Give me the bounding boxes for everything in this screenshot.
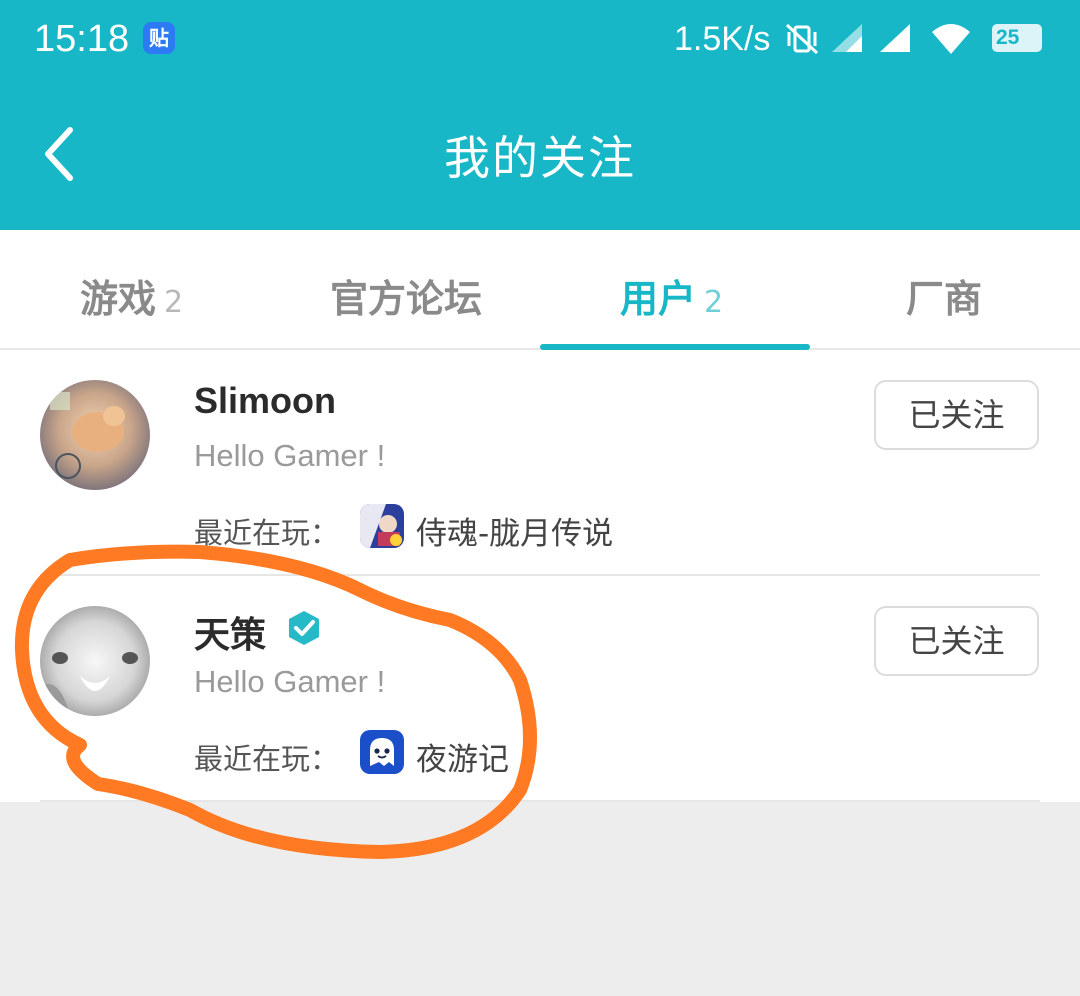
verified-badge-icon xyxy=(289,611,319,645)
user-bio: Hello Gamer ! xyxy=(194,664,386,699)
user-list: Slimoon Hello Gamer ! 最近在玩： 侍魂-胧月传说 已关注 xyxy=(0,350,1080,802)
tab-count: 2 xyxy=(164,285,184,320)
tab-bar: 游戏 2 官方论坛 用户 2 厂商 xyxy=(0,230,1080,350)
tab-vendors[interactable]: 厂商 xyxy=(906,268,982,323)
username[interactable]: 天策 xyxy=(194,606,266,658)
tab-games[interactable]: 游戏 2 xyxy=(80,268,183,323)
row-divider xyxy=(40,800,1040,802)
vibrate-icon xyxy=(785,23,819,55)
page-title: 我的关注 xyxy=(444,131,636,185)
list-item[interactable]: 天策 Hello Gamer ! 最近在玩： 夜游记 已关注 xyxy=(0,576,1080,802)
list-item[interactable]: Slimoon Hello Gamer ! 最近在玩： 侍魂-胧月传说 已关注 xyxy=(0,350,1080,576)
top-bar: 15:18 贴 1.5K/s 25 我的关注 xyxy=(0,0,1080,230)
battery-icon: 25 xyxy=(992,24,1042,52)
username[interactable]: Slimoon xyxy=(194,380,336,422)
network-speed: 1.5K/s xyxy=(674,20,771,58)
user-bio: Hello Gamer ! xyxy=(194,438,386,473)
game-icon[interactable] xyxy=(360,730,404,774)
status-time: 15:18 xyxy=(34,18,130,60)
signal-icon xyxy=(880,24,910,52)
tab-label: 游戏 xyxy=(80,277,157,321)
followed-button[interactable]: 已关注 xyxy=(874,380,1039,450)
tab-label: 用户 xyxy=(620,277,697,321)
status-bar: 15:18 贴 1.5K/s 25 xyxy=(0,0,1080,80)
followed-button[interactable]: 已关注 xyxy=(874,606,1039,676)
recent-game-name[interactable]: 夜游记 xyxy=(416,734,509,779)
app-notification-icon: 贴 xyxy=(143,22,175,54)
tab-count: 2 xyxy=(704,285,724,320)
recent-game-name[interactable]: 侍魂-胧月传说 xyxy=(416,508,613,553)
wifi-icon xyxy=(932,24,970,54)
tab-official-forum[interactable]: 官方论坛 xyxy=(330,268,482,323)
recently-playing-label: 最近在玩： xyxy=(194,516,340,550)
signal-icon xyxy=(832,24,862,52)
tab-label: 官方论坛 xyxy=(330,277,483,321)
tab-label: 厂商 xyxy=(906,277,983,321)
avatar[interactable] xyxy=(40,380,150,490)
recently-playing-label: 最近在玩： xyxy=(194,742,340,776)
avatar[interactable] xyxy=(40,606,150,716)
tab-users[interactable]: 用户 2 xyxy=(620,268,723,323)
game-icon[interactable] xyxy=(360,504,404,548)
